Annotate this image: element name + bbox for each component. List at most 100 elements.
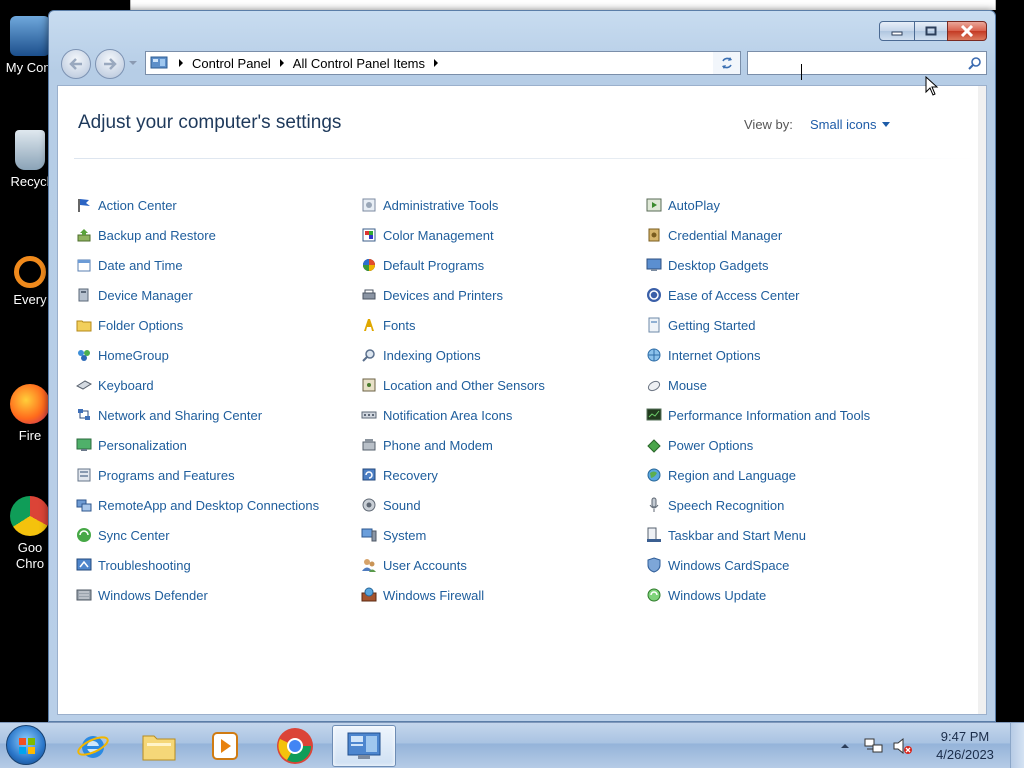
item-label: HomeGroup	[98, 347, 169, 363]
speaker-icon	[362, 498, 376, 512]
item-phone-modem[interactable]: Phone and Modem	[361, 430, 646, 460]
breadcrumb-separator-icon[interactable]	[427, 59, 445, 67]
item-devices-printers[interactable]: Devices and Printers	[361, 280, 646, 310]
breadcrumb-separator-icon[interactable]	[172, 59, 190, 67]
item-mouse[interactable]: Mouse	[646, 370, 936, 400]
taskbar-windows-explorer[interactable]	[128, 725, 190, 767]
item-desktop-gadgets[interactable]: Desktop Gadgets	[646, 250, 936, 280]
item-credential-manager[interactable]: Credential Manager	[646, 220, 936, 250]
item-sync-center[interactable]: Sync Center	[76, 520, 361, 550]
volume-muted-icon[interactable]	[892, 737, 914, 755]
item-sound[interactable]: Sound	[361, 490, 646, 520]
taskbar-chrome[interactable]	[264, 725, 326, 767]
search-everything-icon	[14, 256, 46, 288]
item-programs-features[interactable]: Programs and Features	[76, 460, 361, 490]
recycle-bin-icon	[15, 130, 45, 170]
item-homegroup[interactable]: HomeGroup	[76, 340, 361, 370]
accessibility-icon	[647, 288, 661, 302]
show-hidden-icons-icon[interactable]	[840, 741, 850, 751]
taskbar-media-player[interactable]	[194, 725, 256, 767]
folder-icon	[142, 735, 176, 761]
close-button[interactable]	[947, 21, 987, 41]
content-pane: Adjust your computer's settings View by:…	[57, 85, 987, 715]
item-system[interactable]: System	[361, 520, 646, 550]
item-label: Windows Defender	[98, 587, 208, 603]
forward-button[interactable]	[95, 49, 125, 79]
item-remoteapp[interactable]: RemoteApp and Desktop Connections	[76, 490, 361, 520]
system-icon	[361, 528, 377, 542]
item-windows-defender[interactable]: Windows Defender	[76, 580, 361, 610]
item-taskbar-start-menu[interactable]: Taskbar and Start Menu	[646, 520, 936, 550]
location-icon	[362, 378, 376, 392]
item-administrative-tools[interactable]: Administrative Tools	[361, 190, 646, 220]
back-button[interactable]	[61, 49, 91, 79]
item-personalization[interactable]: Personalization	[76, 430, 361, 460]
breadcrumb-separator-icon[interactable]	[273, 59, 291, 67]
view-by-dropdown[interactable]: Small icons	[810, 117, 891, 132]
breadcrumb-all-items[interactable]: All Control Panel Items	[291, 56, 427, 71]
refresh-button[interactable]	[713, 51, 741, 75]
network-icon[interactable]	[864, 737, 884, 755]
item-fonts[interactable]: Fonts	[361, 310, 646, 340]
taskbar-icon	[647, 527, 661, 542]
search-input[interactable]	[748, 52, 958, 74]
item-label: User Accounts	[383, 557, 467, 573]
power-icon	[647, 439, 661, 453]
item-location-sensors[interactable]: Location and Other Sensors	[361, 370, 646, 400]
chevron-down-icon	[882, 122, 891, 127]
item-label: Sync Center	[98, 527, 170, 543]
start-button[interactable]	[6, 725, 46, 765]
arrow-right-icon	[104, 58, 117, 70]
programs-icon	[77, 468, 91, 482]
maximize-button[interactable]	[914, 21, 948, 41]
item-internet-options[interactable]: Internet Options	[646, 340, 936, 370]
item-folder-options[interactable]: Folder Options	[76, 310, 361, 340]
item-speech-recognition[interactable]: Speech Recognition	[646, 490, 936, 520]
search-box[interactable]	[747, 51, 987, 75]
maximize-icon	[925, 26, 937, 36]
troubleshooting-icon	[76, 558, 92, 571]
search-icon[interactable]	[968, 56, 982, 70]
item-action-center[interactable]: Action Center	[76, 190, 361, 220]
credential-icon	[648, 228, 660, 242]
item-default-programs[interactable]: Default Programs	[361, 250, 646, 280]
item-windows-cardspace[interactable]: Windows CardSpace	[646, 550, 936, 580]
item-ease-of-access[interactable]: Ease of Access Center	[646, 280, 936, 310]
breadcrumb-control-panel[interactable]: Control Panel	[190, 56, 273, 71]
item-performance[interactable]: Performance Information and Tools	[646, 400, 936, 430]
item-color-management[interactable]: Color Management	[361, 220, 646, 250]
system-clock[interactable]: 9:47 PM 4/26/2023	[930, 728, 1000, 764]
item-notification-area[interactable]: Notification Area Icons	[361, 400, 646, 430]
item-recovery[interactable]: Recovery	[361, 460, 646, 490]
minimize-button[interactable]	[879, 21, 915, 41]
control-panel-icon	[347, 732, 381, 759]
item-region-language[interactable]: Region and Language	[646, 460, 936, 490]
item-keyboard[interactable]: Keyboard	[76, 370, 361, 400]
taskbar-internet-explorer[interactable]	[62, 725, 124, 767]
item-network-sharing[interactable]: Network and Sharing Center	[76, 400, 361, 430]
microphone-icon	[649, 497, 659, 512]
item-backup-restore[interactable]: Backup and Restore	[76, 220, 361, 250]
caption-buttons	[879, 21, 987, 41]
address-bar[interactable]: Control Panel All Control Panel Items	[145, 51, 741, 75]
item-power-options[interactable]: Power Options	[646, 430, 936, 460]
item-user-accounts[interactable]: User Accounts	[361, 550, 646, 580]
item-autoplay[interactable]: AutoPlay	[646, 190, 936, 220]
navigation-bar: Control Panel All Control Panel Items	[57, 47, 987, 79]
item-indexing-options[interactable]: Indexing Options	[361, 340, 646, 370]
chevron-down-icon[interactable]	[129, 59, 137, 67]
taskbar-control-panel[interactable]	[332, 725, 396, 767]
item-troubleshooting[interactable]: Troubleshooting	[76, 550, 361, 580]
item-device-manager[interactable]: Device Manager	[76, 280, 361, 310]
taskbar: 9:47 PM 4/26/2023	[0, 722, 1024, 768]
scroll-track[interactable]	[978, 86, 986, 714]
item-label: Troubleshooting	[98, 557, 191, 573]
item-windows-firewall[interactable]: Windows Firewall	[361, 580, 646, 610]
arrow-left-icon	[69, 58, 82, 70]
item-windows-update[interactable]: Windows Update	[646, 580, 936, 610]
item-label: Device Manager	[98, 287, 193, 303]
item-date-time[interactable]: Date and Time	[76, 250, 361, 280]
chrome-icon	[277, 728, 313, 764]
item-getting-started[interactable]: Getting Started	[646, 310, 936, 340]
show-desktop-button[interactable]	[1010, 723, 1024, 768]
